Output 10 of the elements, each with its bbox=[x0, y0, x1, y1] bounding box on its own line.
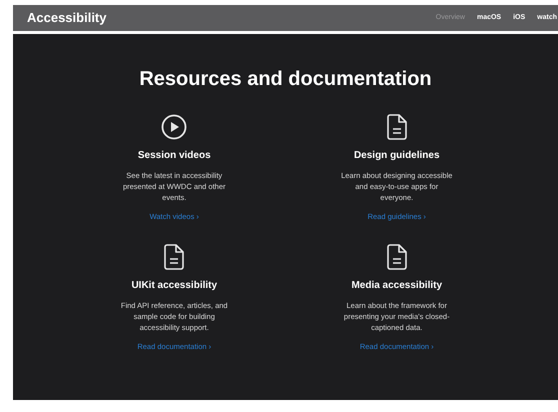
site-title: Accessibility bbox=[27, 9, 106, 28]
page-heading: Resources and documentation bbox=[138, 67, 433, 92]
card-title: Design guidelines bbox=[354, 149, 440, 163]
play-icon bbox=[161, 114, 188, 140]
card-title: UIKit accessibility bbox=[131, 279, 218, 294]
card-title: Media accessibility bbox=[351, 279, 442, 294]
document-icon bbox=[386, 244, 407, 270]
document-icon bbox=[386, 114, 407, 140]
document-icon bbox=[164, 244, 184, 270]
card-title: Session videos bbox=[138, 149, 211, 163]
